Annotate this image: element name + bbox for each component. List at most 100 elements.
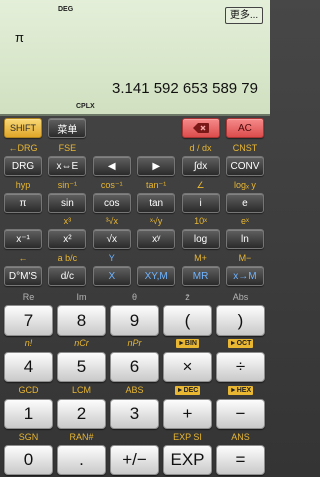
digit-0-key[interactable]: 0	[4, 445, 53, 475]
open-paren-key[interactable]: (	[163, 305, 212, 336]
arccos-label: cos⁻¹	[100, 180, 123, 190]
plus-key[interactable]: +	[163, 399, 212, 429]
square-root-key[interactable]: √x	[92, 229, 131, 249]
euler-e-key[interactable]: e	[225, 193, 264, 213]
empty-label	[137, 142, 175, 154]
tan-key[interactable]: tan	[137, 193, 176, 213]
function-row: D°M'S d/c X XY,M MR x→M	[4, 266, 264, 286]
to-dec-label-cell: ►DEC	[163, 384, 212, 396]
sign-toggle-key[interactable]: +/−	[110, 445, 159, 475]
hyp-label: hyp	[15, 180, 31, 190]
memory-subtract-label: M−	[238, 253, 252, 263]
to-oct-label-cell: ►OCT	[216, 337, 265, 349]
more-button[interactable]: 更多...	[225, 7, 263, 24]
empty-label	[137, 252, 175, 264]
exp-key[interactable]: EXP	[163, 445, 212, 475]
square-key[interactable]: x²	[48, 229, 87, 249]
divide-key[interactable]: ÷	[216, 352, 265, 382]
cube-root-label: ³√x	[105, 216, 118, 226]
log-key[interactable]: log	[181, 229, 220, 249]
conjugate-label: z̄	[185, 292, 190, 302]
digit-5-key[interactable]: 5	[57, 352, 106, 382]
random-label: RAN#	[69, 432, 94, 442]
secondary-labels-row: ← a b/c Y M+ M−	[4, 252, 264, 264]
arcsin-label: sin⁻¹	[57, 180, 78, 190]
store-memory-key[interactable]: x→M	[225, 266, 264, 286]
function-row: x⁻¹ x² √x xʸ log ln	[4, 229, 264, 249]
digit-2-key[interactable]: 2	[57, 399, 106, 429]
drg-key[interactable]: DRG	[4, 156, 42, 176]
left-arrow-label: ←	[18, 253, 28, 263]
empty-label	[4, 215, 42, 227]
minus-key[interactable]: −	[216, 399, 265, 429]
all-clear-button[interactable]: AC	[225, 118, 264, 138]
argument-label: θ	[131, 292, 137, 302]
x-variable-key[interactable]: X	[92, 266, 131, 286]
angle-mode-indicator: DEG	[58, 6, 74, 13]
sin-key[interactable]: sin	[48, 193, 87, 213]
secondary-labels-row: ←DRG FSE d / dx CNST	[4, 142, 264, 154]
to-bin-label-cell: ►BIN	[163, 337, 212, 349]
complex-mode-indicator: CPLX	[76, 103, 95, 110]
integral-key[interactable]: ∫dx	[181, 156, 220, 176]
power-key[interactable]: xʸ	[137, 229, 176, 249]
exp-power-label: eˣ	[240, 216, 249, 226]
fse-label: FSE	[58, 143, 77, 153]
backspace-button[interactable]	[181, 118, 220, 138]
secondary-labels-row: hyp sin⁻¹ cos⁻¹ tan⁻¹ ∠ logₓ y	[4, 179, 264, 191]
multiply-key[interactable]: ×	[163, 352, 212, 382]
digit-9-key[interactable]: 9	[110, 305, 159, 336]
expression-line: π	[15, 30, 24, 45]
abs-label: ABS	[125, 385, 144, 395]
digit-1-key[interactable]: 1	[4, 399, 53, 429]
lcm-label: LCM	[71, 385, 91, 395]
pi-key[interactable]: π	[4, 193, 42, 213]
digit-3-key[interactable]: 3	[110, 399, 159, 429]
control-row: SHIFT 菜单 AC	[4, 118, 264, 138]
secondary-labels-row: SGN RAN# EXP SI ANS	[4, 431, 265, 443]
cos-key[interactable]: cos	[92, 193, 131, 213]
real-part-label: Re	[22, 292, 35, 302]
secondary-labels-row: n! nCr nPr ►BIN ►OCT	[4, 337, 265, 349]
cursor-right-key[interactable]: ▶	[137, 156, 176, 176]
ln-key[interactable]: ln	[225, 229, 264, 249]
to-dec-badge: ►DEC	[174, 386, 201, 396]
display-panel: DEG 更多... π 3.141 592 653 589 79 CPLX	[0, 0, 270, 116]
imag-part-label: Im	[76, 292, 87, 302]
memory-recall-key[interactable]: MR	[181, 266, 220, 286]
digit-7-key[interactable]: 7	[4, 305, 53, 336]
digit-6-key[interactable]: 6	[110, 352, 159, 382]
fraction-key[interactable]: d/c	[48, 266, 87, 286]
to-hex-badge: ►HEX	[227, 386, 254, 396]
keypad-row: 7 8 9 ( )	[4, 305, 265, 336]
to-bin-badge: ►BIN	[176, 339, 199, 349]
ten-power-label: 10ˣ	[194, 216, 208, 226]
derivative-label: d / dx	[189, 143, 212, 153]
y-variable-label: Y	[108, 253, 115, 263]
arctan-label: tan⁻¹	[146, 180, 167, 190]
imaginary-unit-key[interactable]: i	[181, 193, 220, 213]
secondary-labels-row: Re Im θ z̄ Abs	[4, 291, 265, 303]
cursor-left-key[interactable]: ◀	[92, 156, 131, 176]
combination-label: nCr	[74, 338, 89, 348]
equals-key[interactable]: =	[216, 445, 265, 475]
conv-key[interactable]: CONV	[225, 156, 264, 176]
menu-button[interactable]: 菜单	[48, 118, 87, 138]
shift-button[interactable]: SHIFT	[4, 118, 42, 138]
modulus-label: Abs	[232, 292, 249, 302]
xy-memory-key[interactable]: XY,M	[137, 266, 176, 286]
to-hex-label-cell: ►HEX	[216, 384, 265, 396]
digit-4-key[interactable]: 4	[4, 352, 53, 382]
x-exchange-e-key[interactable]: x⇔E	[48, 156, 87, 176]
reciprocal-key[interactable]: x⁻¹	[4, 229, 42, 249]
function-row: DRG x⇔E ◀ ▶ ∫dx CONV	[4, 156, 264, 176]
dms-key[interactable]: D°M'S	[4, 266, 42, 286]
drg-back-label: ←DRG	[8, 143, 38, 153]
decimal-point-key[interactable]: .	[57, 445, 106, 475]
secondary-labels-row: x³ ³√x ˣ√y 10ˣ eˣ	[4, 215, 264, 227]
empty-label	[93, 142, 131, 154]
digit-8-key[interactable]: 8	[57, 305, 106, 336]
close-paren-key[interactable]: )	[216, 305, 265, 336]
